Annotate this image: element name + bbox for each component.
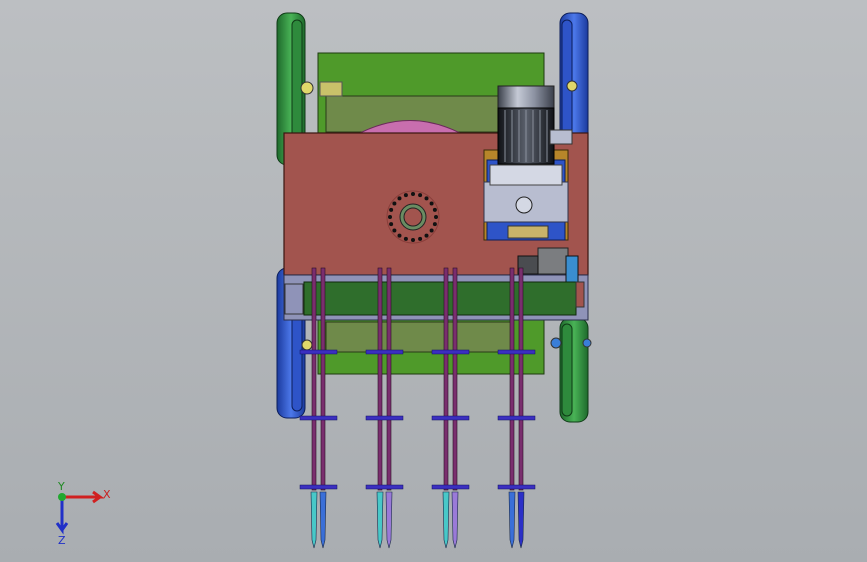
clamp-bar <box>299 484 338 490</box>
drill-bit <box>376 491 384 549</box>
clamp-bar <box>299 415 338 421</box>
clamp-bar <box>431 349 470 355</box>
drill-rod <box>320 267 326 491</box>
drill-bit <box>517 491 525 549</box>
y-axis-marker <box>58 493 66 501</box>
clamp-bar <box>497 349 536 355</box>
drill-rod <box>452 267 458 491</box>
drill-bit <box>385 491 393 549</box>
bolt-hole <box>389 222 394 227</box>
bolt-hole <box>411 192 415 196</box>
bolt-hole <box>397 233 402 238</box>
bolt-hole <box>392 201 397 206</box>
cad-viewport[interactable]: X Y Z <box>0 0 867 562</box>
gearbox <box>537 247 569 275</box>
y-axis-label: Y <box>57 480 65 493</box>
clamp-bar <box>365 415 404 421</box>
bolt-hole <box>429 201 434 206</box>
carriage-strip[interactable] <box>303 281 577 316</box>
drill-bit <box>310 491 318 549</box>
clamp-bar <box>365 484 404 490</box>
clamp-bar <box>365 349 404 355</box>
clamp-bar <box>497 415 536 421</box>
bolt-hole <box>403 236 408 241</box>
bolt-hole <box>397 196 402 201</box>
clamp-bar <box>497 484 536 490</box>
bolt-hole <box>429 228 434 233</box>
bolt-hole <box>388 215 392 219</box>
coordinate-triad: X Y Z <box>55 480 111 547</box>
bolt-hole <box>392 228 397 233</box>
clamp-bar <box>431 484 470 490</box>
bolt-hole <box>418 193 423 198</box>
bolt-hole <box>418 236 423 241</box>
assembly-model[interactable]: X Y Z <box>0 0 867 562</box>
motor-cap <box>497 85 555 109</box>
drill-bit <box>508 491 516 549</box>
drill-bit <box>451 491 459 549</box>
motor-shaft-icon <box>515 196 533 214</box>
z-axis-arrow <box>55 497 69 535</box>
x-axis-arrow <box>62 490 105 504</box>
drill-rod <box>311 267 317 491</box>
clamp-bar <box>431 415 470 421</box>
bolt-hole <box>411 238 415 242</box>
bolt-hole <box>432 222 437 227</box>
drill-rod <box>518 267 524 491</box>
z-axis-label: Z <box>58 534 66 547</box>
drill-bit <box>442 491 450 549</box>
drill-rod <box>377 267 383 491</box>
drill-rod <box>386 267 392 491</box>
drill-rod <box>443 267 449 491</box>
bolt-hole <box>424 196 429 201</box>
bolt-hole <box>424 233 429 238</box>
x-axis-label: X <box>103 488 111 501</box>
clamp-bar <box>299 349 338 355</box>
bolt-hole <box>403 193 408 198</box>
bolt-hole <box>389 207 394 212</box>
drill-rod <box>509 267 515 491</box>
bolt-hole <box>432 207 437 212</box>
bolt-hole <box>434 215 438 219</box>
drill-bit <box>319 491 327 549</box>
wheel-rear-right[interactable] <box>550 317 592 423</box>
